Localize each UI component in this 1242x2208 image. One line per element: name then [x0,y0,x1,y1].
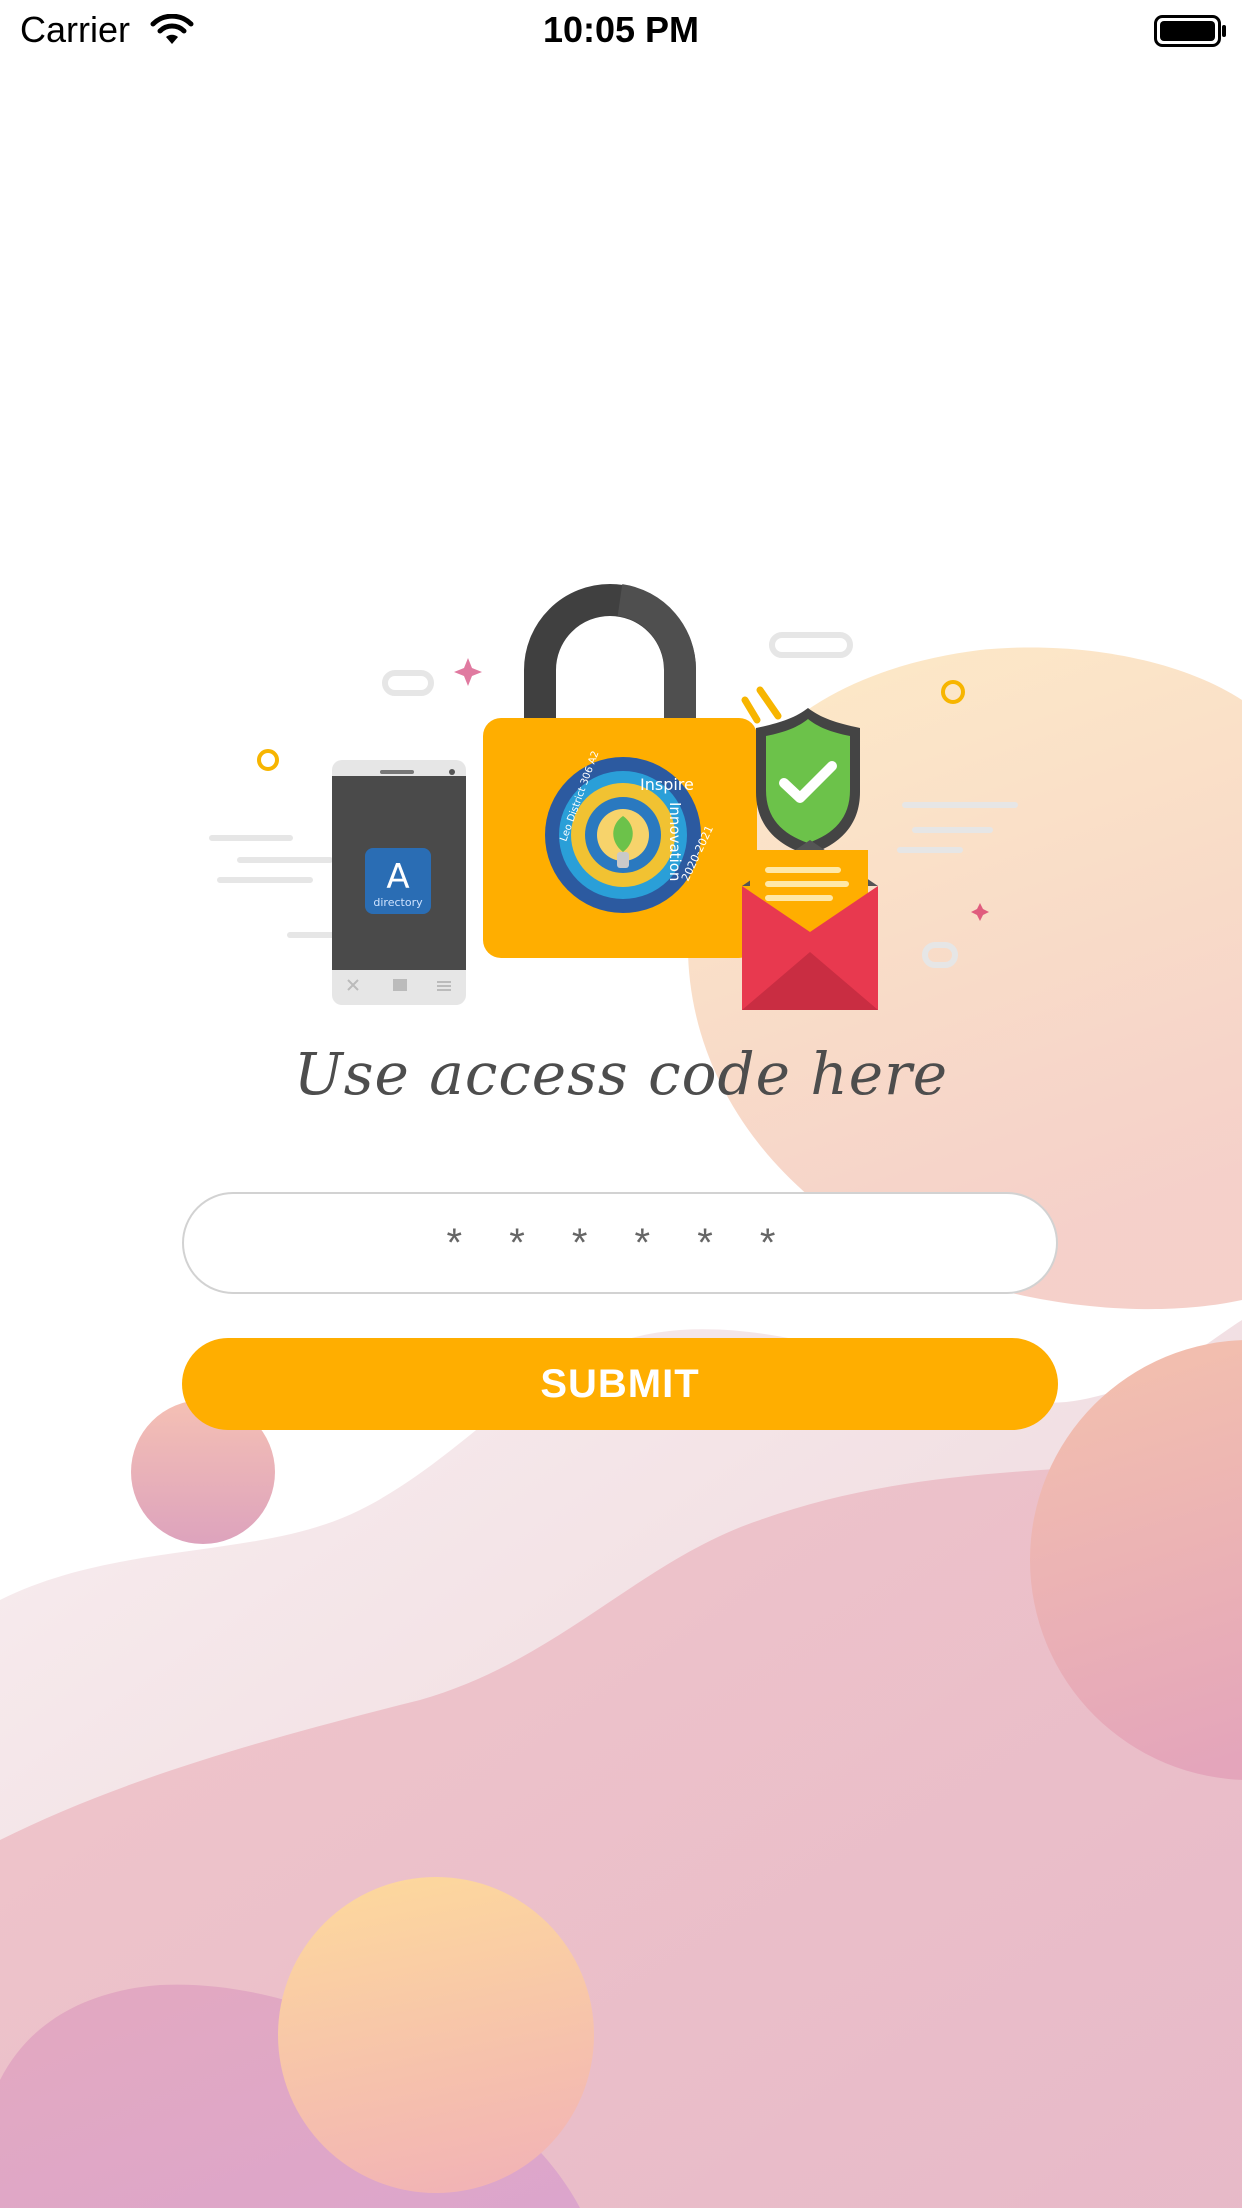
access-code-heading: Use access code here [293,1040,949,1108]
status-bar: Carrier 10:05 PM [0,0,1242,60]
badge-side-text: Innovation [666,802,684,881]
ring-decoration [941,680,965,704]
lock-illustration: A directory Inspire Innovation 2020-2021… [209,584,1018,1010]
sparkle-decoration [971,903,989,921]
status-time: 10:05 PM [542,9,700,50]
app-logo-subtext: directory [373,896,423,909]
access-code-input[interactable] [182,1192,1058,1294]
submit-button[interactable]: SUBMIT [182,1338,1058,1430]
envelope-icon [742,840,878,1010]
ring-decoration [257,749,279,771]
battery-icon [1154,15,1226,47]
phone-icon: A directory [332,760,466,1005]
shield-check-icon [756,708,860,855]
sparkle-decoration [454,658,482,686]
badge-top-text: Inspire [640,775,694,794]
app-logo-text: A [386,857,409,897]
